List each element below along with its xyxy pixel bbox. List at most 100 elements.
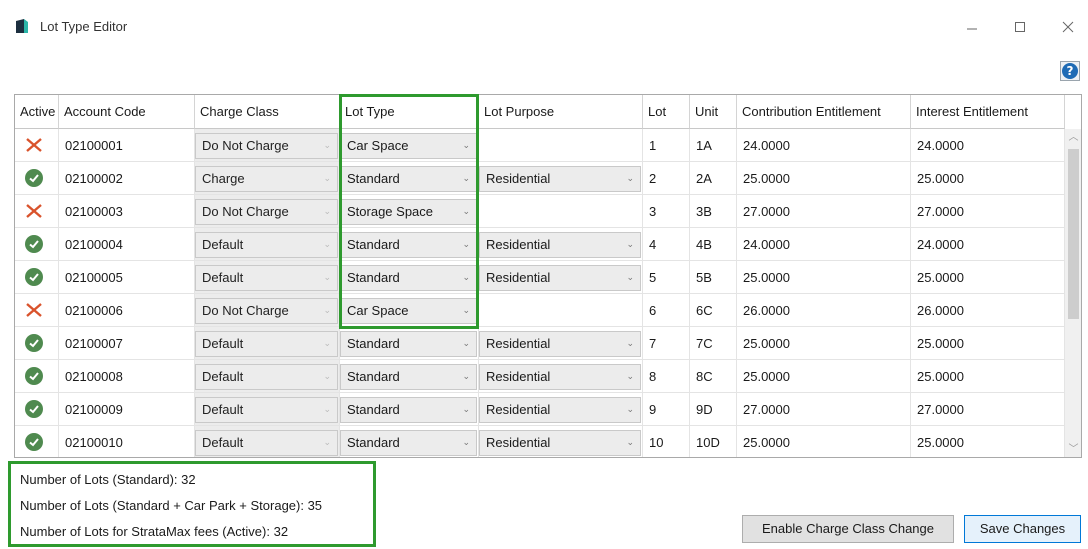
scrollbar-thumb[interactable] (1068, 149, 1079, 319)
lot-type-dropdown[interactable]: Standard ⌄ (340, 364, 477, 390)
minimize-icon (967, 28, 977, 30)
charge-class-cell: Default ⌄ (195, 228, 340, 261)
lot-type-cell: Standard ⌄ (340, 360, 479, 393)
header-lot-purpose[interactable]: Lot Purpose (479, 95, 643, 129)
charge-class-cell: Do Not Charge ⌄ (195, 195, 340, 228)
scroll-down-icon[interactable]: ﹀ (1065, 441, 1081, 457)
lot-type-dropdown[interactable]: Standard ⌄ (340, 397, 477, 423)
chevron-down-icon: ⌄ (462, 438, 470, 448)
charge-class-value: Default (202, 336, 244, 351)
cell-lot: 5 (643, 261, 690, 294)
lot-type-value: Storage Space (347, 204, 434, 219)
lot-purpose-dropdown[interactable]: Residential ⌄ (479, 430, 641, 456)
cell-active[interactable] (15, 129, 59, 162)
cell-active[interactable] (15, 195, 59, 228)
cell-active[interactable] (15, 426, 59, 457)
charge-class-value: Do Not Charge (202, 303, 289, 318)
vertical-scrollbar[interactable]: ︿ ﹀ (1065, 129, 1081, 457)
cell-active[interactable] (15, 162, 59, 195)
lot-type-dropdown[interactable]: Car Space ⌄ (340, 298, 477, 324)
minimize-button[interactable] (952, 14, 992, 40)
active-check-icon (25, 433, 43, 451)
lot-purpose-cell: Residential ⌄ (479, 393, 643, 426)
active-check-icon (25, 334, 43, 352)
cell-account-code: 02100003 (59, 195, 195, 228)
table-row[interactable]: 02100004 Default ⌄ Standard ⌄ Residential ⌄ 4 4B… (15, 228, 1065, 261)
cell-interest-entitlement: 24.0000 (911, 129, 1065, 162)
cell-active[interactable] (15, 327, 59, 360)
lot-purpose-dropdown[interactable]: Residential ⌄ (479, 397, 641, 423)
lot-purpose-dropdown[interactable]: Residential ⌄ (479, 331, 641, 357)
cell-interest-entitlement: 25.0000 (911, 327, 1065, 360)
charge-class-cell: Do Not Charge ⌄ (195, 129, 340, 162)
lot-count-summary: Number of Lots (Standard): 32 Number of … (8, 461, 376, 547)
table-row[interactable]: 02100007 Default ⌄ Standard ⌄ Residential ⌄ 7 7C… (15, 327, 1065, 360)
cell-lot: 4 (643, 228, 690, 261)
header-active[interactable]: Active (15, 95, 59, 129)
lot-type-dropdown[interactable]: Standard ⌄ (340, 331, 477, 357)
maximize-button[interactable] (1000, 14, 1040, 40)
header-interest-entitlement[interactable]: Interest Entitlement (911, 95, 1065, 129)
lot-type-cell: Standard ⌄ (340, 162, 479, 195)
lot-purpose-dropdown[interactable]: Residential ⌄ (479, 166, 641, 192)
active-check-icon (25, 400, 43, 418)
cell-contribution-entitlement: 27.0000 (737, 195, 911, 228)
cell-unit: 7C (690, 327, 737, 360)
header-unit[interactable]: Unit (690, 95, 737, 129)
cell-unit: 9D (690, 393, 737, 426)
table-row[interactable]: 02100002 Charge ⌄ Standard ⌄ Residential ⌄ 2 2A 2… (15, 162, 1065, 195)
cell-active[interactable] (15, 360, 59, 393)
save-changes-button[interactable]: Save Changes (964, 515, 1081, 543)
header-account-code[interactable]: Account Code (59, 95, 195, 129)
chevron-down-icon: ⌄ (323, 207, 331, 217)
cell-active[interactable] (15, 261, 59, 294)
charge-class-value: Default (202, 435, 244, 450)
close-button[interactable] (1048, 14, 1088, 40)
cell-lot-purpose (479, 195, 643, 228)
lot-purpose-dropdown[interactable]: Residential ⌄ (479, 232, 641, 258)
table-row[interactable]: 02100005 Default ⌄ Standard ⌄ Residential ⌄ 5 5B… (15, 261, 1065, 294)
chevron-down-icon: ⌄ (462, 174, 470, 184)
active-check-icon (25, 367, 43, 385)
header-contribution-entitlement[interactable]: Contribution Entitlement (737, 95, 911, 129)
table-row[interactable]: 02100006 Do Not Charge ⌄ Car Space ⌄ 6 6C 26.00… (15, 294, 1065, 327)
cell-active[interactable] (15, 294, 59, 327)
header-charge-class[interactable]: Charge Class (195, 95, 340, 129)
lot-purpose-dropdown[interactable]: Residential ⌄ (479, 265, 641, 291)
charge-class-cell: Default ⌄ (195, 261, 340, 294)
cell-active[interactable] (15, 393, 59, 426)
lot-type-dropdown[interactable]: Standard ⌄ (340, 166, 477, 192)
charge-class-dropdown: Do Not Charge ⌄ (195, 199, 338, 225)
header-lot-type[interactable]: Lot Type (340, 95, 479, 129)
lot-purpose-dropdown[interactable]: Residential ⌄ (479, 364, 641, 390)
table-row[interactable]: 02100001 Do Not Charge ⌄ Car Space ⌄ 1 1A 24.00… (15, 129, 1065, 162)
table-row[interactable]: 02100003 Do Not Charge ⌄ Storage Space ⌄ 3 3B 2… (15, 195, 1065, 228)
scroll-up-icon[interactable]: ︿ (1065, 129, 1081, 146)
chevron-down-icon: ⌄ (626, 273, 634, 283)
cell-unit: 3B (690, 195, 737, 228)
active-check-icon (25, 235, 43, 253)
help-button[interactable]: ? (1060, 61, 1080, 81)
lot-type-dropdown[interactable]: Car Space ⌄ (340, 133, 477, 159)
header-lot[interactable]: Lot (643, 95, 690, 129)
lot-type-editor-window: Lot Type Editor ? Active Account Code Ch… (0, 0, 1088, 549)
table-row[interactable]: 02100008 Default ⌄ Standard ⌄ Residential ⌄ 8 8C… (15, 360, 1065, 393)
cell-contribution-entitlement: 26.0000 (737, 294, 911, 327)
cell-interest-entitlement: 25.0000 (911, 162, 1065, 195)
cell-active[interactable] (15, 228, 59, 261)
lot-type-value: Standard (347, 270, 400, 285)
charge-class-dropdown: Default ⌄ (195, 364, 338, 390)
lot-type-dropdown[interactable]: Standard ⌄ (340, 265, 477, 291)
lot-type-dropdown[interactable]: Storage Space ⌄ (340, 199, 477, 225)
cell-account-code: 02100008 (59, 360, 195, 393)
enable-charge-class-button[interactable]: Enable Charge Class Change (742, 515, 954, 543)
table-row[interactable]: 02100010 Default ⌄ Standard ⌄ Residential ⌄ 10 1… (15, 426, 1065, 457)
lots-grid: Active Account Code Charge Class Lot Typ… (14, 94, 1082, 458)
cell-interest-entitlement: 27.0000 (911, 195, 1065, 228)
lot-type-dropdown[interactable]: Standard ⌄ (340, 430, 477, 456)
cell-account-code: 02100007 (59, 327, 195, 360)
cell-lot: 1 (643, 129, 690, 162)
table-row[interactable]: 02100009 Default ⌄ Standard ⌄ Residential ⌄ 9 9D… (15, 393, 1065, 426)
lot-type-dropdown[interactable]: Standard ⌄ (340, 232, 477, 258)
cell-lot: 9 (643, 393, 690, 426)
